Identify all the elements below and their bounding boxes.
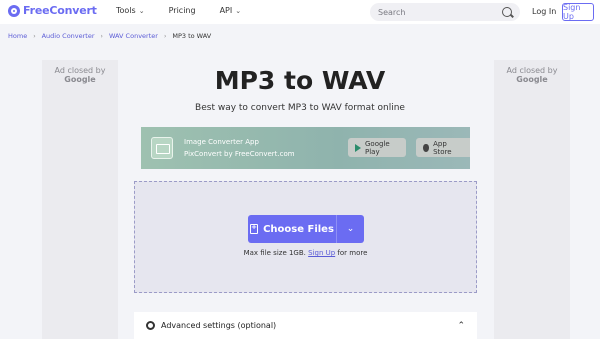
- logo[interactable]: FreeConvert: [8, 4, 97, 17]
- breadcrumb: Home › Audio Converter › WAV Converter ›…: [8, 32, 211, 40]
- login-link[interactable]: Log In: [532, 7, 556, 16]
- chevron-down-icon: ⌄: [138, 6, 145, 15]
- file-drop-zone[interactable]: Choose Files ⌄ Max file size 1GB. Sign U…: [134, 181, 477, 293]
- choose-files-button[interactable]: Choose Files: [248, 215, 337, 243]
- max-file-size-note: Max file size 1GB. Sign Up for more: [135, 249, 476, 257]
- breadcrumb-wav-converter[interactable]: WAV Converter: [109, 32, 158, 40]
- choose-files-button-group: Choose Files ⌄: [248, 215, 364, 243]
- chevron-up-icon: ⌃: [457, 320, 465, 331]
- search-placeholder: Search: [378, 7, 406, 17]
- ad-panel-right: Ad closed by Google: [494, 60, 570, 339]
- app-store-label: App Store: [433, 139, 452, 156]
- app-promo-banner[interactable]: Image Converter App PixConvert by FreeCo…: [141, 127, 470, 169]
- signup-button[interactable]: Sign Up: [562, 3, 594, 21]
- chevron-right-icon: ›: [33, 32, 36, 40]
- chevron-right-icon: ›: [163, 32, 167, 40]
- search-icon[interactable]: [502, 7, 512, 17]
- breadcrumb-current: MP3 to WAV: [172, 32, 212, 40]
- nav-tools[interactable]: Tools ⌄: [116, 6, 145, 15]
- google-play-button[interactable]: Google Play: [348, 138, 406, 157]
- nav-api-label: API: [219, 6, 233, 15]
- max-size-suffix: for more: [337, 249, 368, 257]
- apple-icon: [423, 143, 430, 152]
- banner-subtitle: PixConvert by FreeConvert.com: [184, 150, 295, 158]
- breadcrumb-audio-converter[interactable]: Audio Converter: [42, 32, 95, 40]
- upload-source-dropdown[interactable]: ⌄: [337, 215, 364, 243]
- signup-link[interactable]: Sign Up: [308, 249, 335, 257]
- page-title: MP3 to WAV: [214, 66, 386, 95]
- max-size-text: Max file size 1GB.: [243, 249, 306, 257]
- app-store-button[interactable]: App Store: [416, 138, 470, 157]
- nav-pricing[interactable]: Pricing: [169, 6, 196, 15]
- breadcrumb-home[interactable]: Home: [8, 32, 27, 40]
- logo-icon: [8, 4, 20, 17]
- advanced-settings-label: Advanced settings (optional): [161, 321, 277, 330]
- advanced-settings-toggle[interactable]: Advanced settings (optional) ⌃: [134, 312, 477, 339]
- chevron-right-icon: ›: [100, 32, 103, 40]
- banner-title: Image Converter App: [184, 138, 259, 146]
- gear-icon: [146, 321, 155, 330]
- chevron-down-icon: ⌄: [346, 224, 355, 234]
- ad-panel-left: Ad closed by Google: [42, 60, 118, 339]
- main-nav: Tools ⌄ Pricing API ⌄: [116, 6, 241, 15]
- add-file-icon: [250, 223, 259, 234]
- google-play-label: Google Play: [365, 139, 390, 156]
- logo-text: FreeConvert: [23, 4, 97, 17]
- nav-pricing-label: Pricing: [168, 6, 196, 15]
- image-icon: [151, 137, 173, 159]
- search-input[interactable]: Search: [370, 3, 520, 21]
- chevron-down-icon: ⌄: [235, 6, 242, 15]
- top-header: FreeConvert Tools ⌄ Pricing API ⌄ Search…: [0, 0, 600, 24]
- choose-files-label: Choose Files: [263, 223, 334, 235]
- nav-api[interactable]: API ⌄: [220, 6, 242, 15]
- nav-tools-label: Tools: [116, 6, 136, 15]
- google-play-icon: [355, 143, 361, 152]
- page-subtitle: Best way to convert MP3 to WAV format on…: [195, 103, 405, 113]
